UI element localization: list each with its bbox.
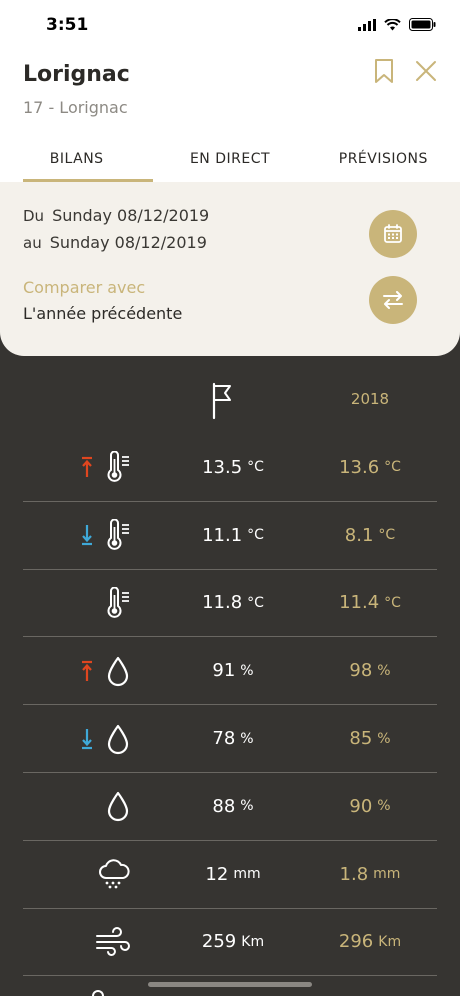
date-to-value: Sunday 08/12/2019 bbox=[49, 233, 207, 252]
compare-value: 90 bbox=[349, 795, 373, 817]
table-row: 12 mm 1.8 mm bbox=[23, 841, 437, 909]
value: 78 bbox=[212, 728, 236, 750]
max-arrow-icon bbox=[82, 660, 92, 681]
unit: °C bbox=[247, 459, 264, 476]
thermometer-icon bbox=[107, 519, 129, 550]
table-header: 2018 bbox=[0, 364, 460, 434]
header: Lorignac 17 - Lorignac BILANS EN DIRECT … bbox=[0, 50, 460, 182]
status-icons bbox=[358, 16, 436, 35]
tab-label: BILANS bbox=[49, 151, 104, 167]
table-row: 259 Km 296 Km bbox=[23, 909, 437, 977]
calendar-icon bbox=[384, 224, 402, 243]
unit: % bbox=[240, 730, 254, 747]
min-arrow-icon bbox=[82, 525, 92, 546]
value: 13.5 bbox=[202, 456, 243, 478]
signal-icon bbox=[358, 16, 376, 35]
unit: mm bbox=[373, 866, 401, 883]
table-row: 11.8 °C 11.4 °C bbox=[23, 570, 437, 638]
compare-value: 98 bbox=[349, 660, 373, 682]
unit: °C bbox=[247, 527, 264, 544]
tab-en-direct[interactable]: EN DIRECT bbox=[153, 146, 306, 182]
value: 259 bbox=[201, 931, 237, 953]
close-icon bbox=[416, 61, 436, 81]
table-row: 91% 98% bbox=[23, 637, 437, 706]
value: 88 bbox=[212, 795, 236, 817]
status-time: 3:51 bbox=[46, 15, 89, 35]
tab-previsions[interactable]: PRÉVISIONS bbox=[307, 146, 460, 182]
status-bar: 3:51 bbox=[0, 0, 460, 50]
unit: % bbox=[377, 730, 391, 747]
bookmark-button[interactable] bbox=[371, 58, 397, 84]
thermometer-icon bbox=[107, 451, 129, 483]
compare-value: 11.4 bbox=[339, 592, 380, 614]
unit: % bbox=[240, 662, 254, 679]
battery-icon bbox=[409, 16, 436, 35]
date-to: au Sunday 08/12/2019 bbox=[23, 233, 207, 252]
rain-cloud-icon bbox=[99, 859, 130, 889]
thermometer-icon bbox=[107, 586, 129, 618]
value: 91 bbox=[212, 660, 236, 682]
tab-label: PRÉVISIONS bbox=[338, 151, 428, 167]
tab-bar: BILANS EN DIRECT PRÉVISIONS bbox=[0, 146, 460, 182]
value: 11.1 bbox=[202, 524, 243, 546]
value: 12 bbox=[205, 863, 229, 885]
compare-label: Comparer avec bbox=[23, 278, 146, 297]
wifi-icon bbox=[384, 16, 401, 35]
unit: mm bbox=[233, 866, 261, 883]
date-from: Du Sunday 08/12/2019 bbox=[23, 206, 209, 225]
compare-value: 1.8 bbox=[339, 863, 369, 885]
unit: °C bbox=[384, 459, 401, 476]
date-from-label: Du bbox=[23, 207, 45, 225]
home-indicator[interactable] bbox=[148, 982, 312, 987]
compare-year: 2018 bbox=[350, 390, 390, 408]
swap-arrows-icon bbox=[383, 291, 403, 309]
table-row: 78% 85% bbox=[23, 705, 437, 773]
period-panel: Du Sunday 08/12/2019 au Sunday 08/12/2019 … bbox=[0, 182, 460, 356]
swap-compare-button[interactable] bbox=[369, 276, 417, 324]
humidity-drop-icon bbox=[107, 656, 129, 686]
unit: Km bbox=[241, 933, 265, 950]
tab-label: EN DIRECT bbox=[189, 151, 271, 167]
humidity-drop-icon bbox=[107, 792, 129, 822]
table-row: 88% 90% bbox=[23, 773, 437, 841]
compare-value[interactable]: L'année précédente bbox=[23, 304, 182, 323]
stats-table: 2018 13.5 °C 13.6 °C 11.1 °C 8.1 °C 11.8 °C 1… bbox=[0, 364, 460, 977]
date-from-value: Sunday 08/12/2019 bbox=[52, 206, 210, 225]
unit: °C bbox=[378, 527, 396, 544]
min-arrow-icon bbox=[82, 728, 92, 749]
date-to-label: au bbox=[23, 234, 42, 252]
unit: °C bbox=[247, 594, 264, 611]
value: 11.8 bbox=[202, 592, 243, 614]
page-title: Lorignac bbox=[23, 62, 130, 87]
unit: % bbox=[240, 798, 254, 815]
compare-value: 8.1 bbox=[344, 524, 374, 546]
flag-icon bbox=[210, 382, 234, 424]
compare-value: 296 bbox=[338, 931, 374, 953]
table-row: 13.5 °C 13.6 °C bbox=[23, 434, 437, 502]
unit: % bbox=[377, 798, 391, 815]
unit: % bbox=[377, 662, 391, 679]
humidity-drop-icon bbox=[107, 724, 129, 754]
unit: °C bbox=[384, 594, 401, 611]
page-subtitle: 17 - Lorignac bbox=[23, 98, 128, 117]
tab-bilans[interactable]: BILANS bbox=[0, 146, 154, 182]
close-button[interactable] bbox=[413, 58, 439, 84]
wind-icon bbox=[96, 926, 130, 956]
table-row: 11.1 °C 8.1 °C bbox=[23, 502, 437, 570]
partial-row-icon bbox=[92, 990, 104, 996]
max-arrow-icon bbox=[82, 457, 92, 478]
calendar-button[interactable] bbox=[369, 210, 417, 258]
unit: Km bbox=[378, 933, 402, 950]
compare-value: 13.6 bbox=[339, 456, 380, 478]
bookmark-icon bbox=[375, 59, 393, 83]
compare-value: 85 bbox=[349, 728, 373, 750]
